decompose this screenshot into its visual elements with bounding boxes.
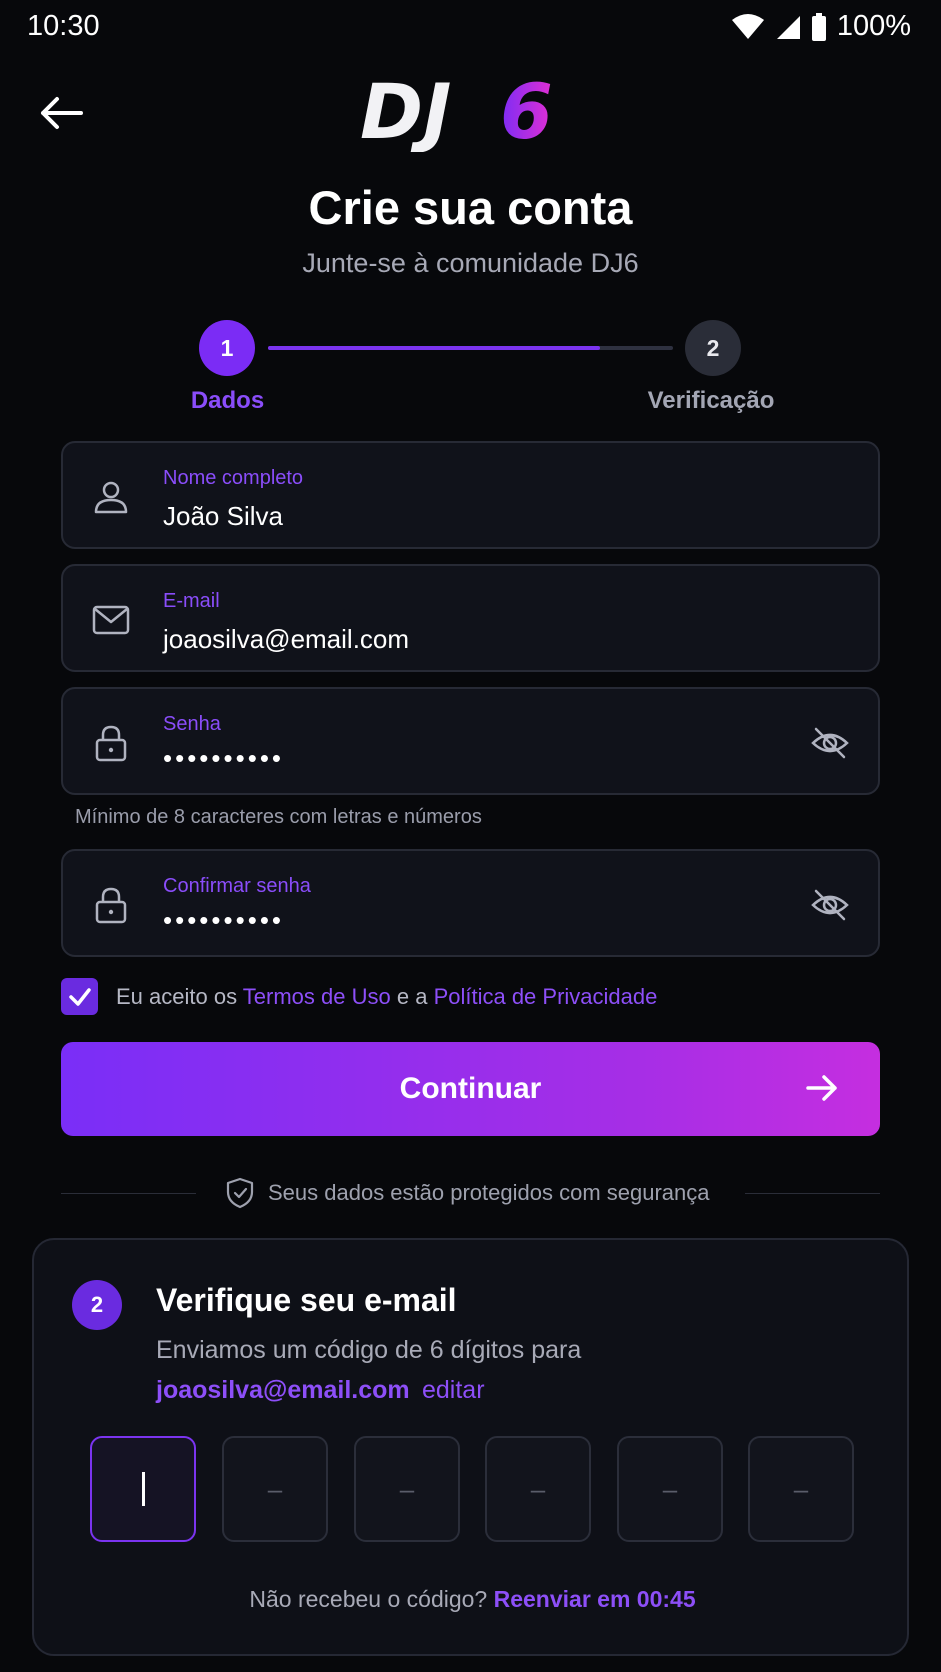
signal-icon <box>775 14 801 40</box>
text-caret <box>141 1472 145 1506</box>
confirm-password-field[interactable]: Confirmar senha •••••••••• <box>61 849 880 957</box>
eye-off-icon[interactable] <box>810 885 850 925</box>
back-button[interactable] <box>36 88 86 138</box>
email-label: E-mail <box>163 590 220 612</box>
stepper-progress-fill <box>268 346 601 350</box>
terms-of-use-link[interactable]: Termos de Uso <box>243 984 391 1009</box>
status-icons: 100% <box>731 10 911 43</box>
security-note: Seus dados estão protegidos com seguranç… <box>226 1177 710 1209</box>
lock-icon <box>95 725 127 762</box>
email-field[interactable]: E-mail joaosilva@email.com <box>61 564 880 672</box>
battery-percent: 100% <box>836 10 911 42</box>
otp-digit-4[interactable]: – <box>485 1436 591 1542</box>
resend-code-link[interactable]: Reenviar em 00:45 <box>494 1586 696 1612</box>
stepper-progress-track <box>268 346 673 350</box>
otp-digit-1[interactable] <box>90 1436 196 1542</box>
otp-digit-5[interactable]: – <box>617 1436 723 1542</box>
divider-left <box>61 1193 196 1194</box>
continue-button[interactable]: Continuar <box>61 1042 880 1136</box>
verification-step-badge: 2 <box>72 1280 122 1330</box>
verification-card: 2 Verifique seu e-mail Enviamos um códig… <box>32 1238 909 1656</box>
otp-digit-2[interactable]: – <box>222 1436 328 1542</box>
resend-prefix: Não recebeu o código? <box>249 1586 494 1612</box>
arrow-right-icon <box>806 1075 837 1101</box>
full-name-field[interactable]: Nome completo João Silva <box>61 441 880 549</box>
divider-right <box>745 1193 880 1194</box>
step-2-label: Verificação <box>647 387 775 414</box>
otp-digit-6[interactable]: – <box>748 1436 854 1542</box>
password-input[interactable]: •••••••••• <box>163 743 284 774</box>
dj6-logo: DJ 6 <box>360 72 553 152</box>
otp-digit-3[interactable]: – <box>354 1436 460 1542</box>
verification-email: joaosilva@email.com <box>156 1376 410 1404</box>
page-title: Crie sua conta <box>308 181 633 234</box>
lock-icon <box>95 887 127 924</box>
terms-checkbox[interactable] <box>61 978 98 1015</box>
email-input[interactable]: joaosilva@email.com <box>163 624 409 655</box>
step-1-label: Dados <box>190 387 265 414</box>
step-2-indicator: 2 <box>685 320 741 376</box>
confirm-password-input[interactable]: •••••••••• <box>163 905 284 936</box>
checkmark-icon <box>68 987 91 1006</box>
confirm-password-label: Confirmar senha <box>163 875 311 897</box>
full-name-label: Nome completo <box>163 467 304 489</box>
logo-text-6: 6 <box>500 72 553 152</box>
battery-icon <box>811 12 827 41</box>
eye-off-icon[interactable] <box>810 723 850 763</box>
full-name-input[interactable]: João Silva <box>163 501 283 532</box>
terms-prefix: Eu aceito os <box>116 984 243 1009</box>
status-time: 10:30 <box>27 10 100 42</box>
terms-middle: e a <box>390 984 434 1009</box>
resend-row: Não recebeu o código? Reenviar em 00:45 <box>34 1586 911 1613</box>
password-hint: Mínimo de 8 caracteres com letras e núme… <box>75 806 482 828</box>
security-text: Seus dados estão protegidos com seguranç… <box>268 1180 710 1205</box>
mail-icon <box>92 605 130 635</box>
user-icon <box>94 481 128 514</box>
verification-title: Verifique seu e-mail <box>156 1282 457 1318</box>
page-subtitle: Junte-se à comunidade DJ6 <box>302 248 639 278</box>
password-label: Senha <box>163 713 221 735</box>
wifi-icon <box>731 13 765 40</box>
step-1-indicator: 1 <box>199 320 255 376</box>
terms-text: Eu aceito os Termos de Uso e a Política … <box>116 984 657 1010</box>
logo-text-dj: DJ <box>360 72 451 152</box>
privacy-policy-link[interactable]: Política de Privacidade <box>434 984 658 1009</box>
edit-email-link[interactable]: editar <box>422 1376 485 1405</box>
arrow-left-icon <box>41 97 83 129</box>
verification-description: Enviamos um código de 6 dígitos para <box>156 1336 582 1364</box>
shield-check-icon <box>226 1177 254 1209</box>
continue-label: Continuar <box>399 1072 542 1105</box>
password-field[interactable]: Senha •••••••••• <box>61 687 880 795</box>
